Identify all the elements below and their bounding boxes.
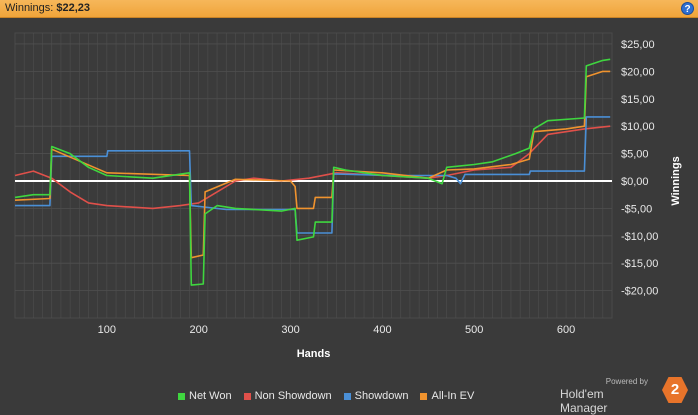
y-axis-label: Winnings bbox=[670, 156, 682, 205]
x-tick-label: 400 bbox=[373, 324, 391, 336]
y-tick-label: -$15,00 bbox=[621, 258, 658, 270]
x-tick-label: 100 bbox=[98, 324, 116, 336]
legend-item-showdown[interactable]: Showdown bbox=[343, 389, 409, 403]
y-tick-label: $25,00 bbox=[621, 39, 655, 51]
legend-swatch-showdown bbox=[343, 392, 351, 400]
hm2-logo-icon: 2 bbox=[662, 377, 688, 403]
x-axis-label: Hands bbox=[297, 348, 331, 360]
legend-label-net-won: Net Won bbox=[189, 390, 232, 402]
x-tick-label: 600 bbox=[557, 324, 575, 336]
chart-legend: Net Won Non Showdown Showdown All-In EV bbox=[178, 389, 474, 403]
y-tick-label: -$10,00 bbox=[621, 231, 658, 243]
legend-label-non-showdown: Non Showdown bbox=[254, 390, 332, 402]
winnings-chart: $25,00 $20,00 $15,00 $10,00 $5,00 $0,00 -$5,00… bbox=[14, 32, 682, 360]
legend-swatch-net-won bbox=[178, 392, 185, 400]
y-tick-label: $15,00 bbox=[621, 94, 655, 106]
legend-label-showdown: Showdown bbox=[354, 390, 409, 402]
y-tick-label: -$5,00 bbox=[621, 203, 652, 215]
y-tick-label: $10,00 bbox=[621, 121, 655, 133]
brand-name: Hold'em Manager bbox=[560, 387, 608, 415]
y-tick-label: $5,00 bbox=[621, 149, 649, 161]
legend-label-all-in-ev: All-In EV bbox=[431, 390, 475, 402]
legend-swatch-all-in-ev bbox=[420, 392, 428, 400]
x-tick-label: 200 bbox=[190, 324, 208, 336]
legend-item-net-won[interactable]: Net Won bbox=[178, 389, 232, 403]
y-tick-label: $0,00 bbox=[621, 176, 649, 188]
holdem-manager-brand: Powered by Hold'em Manager 2 bbox=[560, 377, 688, 415]
plot-area bbox=[14, 32, 613, 319]
y-tick-label: $20,00 bbox=[621, 66, 655, 78]
legend-item-non-showdown[interactable]: Non Showdown bbox=[243, 389, 332, 403]
x-tick-label: 300 bbox=[281, 324, 299, 336]
legend-swatch-non-showdown bbox=[243, 392, 251, 400]
x-tick-label: 500 bbox=[465, 324, 483, 336]
legend-item-all-in-ev[interactable]: All-In EV bbox=[420, 389, 474, 403]
y-tick-label: -$20,00 bbox=[621, 286, 658, 298]
powered-by-text: Powered by bbox=[605, 377, 648, 386]
